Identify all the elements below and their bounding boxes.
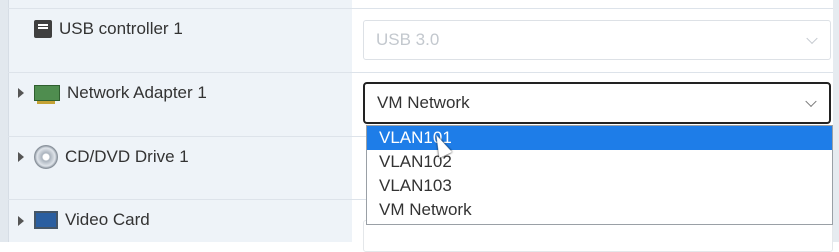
expand-cd-dvd-icon[interactable] (18, 152, 24, 162)
row-divider (8, 8, 833, 9)
cd-dvd-label: CD/DVD Drive 1 (65, 147, 189, 166)
network-adapter-label: Network Adapter 1 (67, 83, 207, 102)
scrollbar-track[interactable] (833, 0, 839, 242)
panel-edge (0, 0, 9, 242)
usb-controller-label: USB controller 1 (59, 19, 183, 38)
usb-icon (34, 20, 52, 38)
usb-controller-row: USB controller 1 (34, 19, 183, 39)
dropdown-option-vm-network[interactable]: VM Network (367, 198, 832, 222)
chevron-down-icon (805, 95, 817, 108)
dropdown-option-vlan103[interactable]: VLAN103 (367, 174, 832, 198)
network-select[interactable]: VM Network (363, 82, 831, 124)
row-divider (8, 72, 833, 73)
network-card-icon (34, 85, 60, 104)
expand-video-card-icon[interactable] (18, 216, 24, 226)
network-adapter-row[interactable]: Network Adapter 1 (34, 83, 207, 104)
usb-type-select: USB 3.0 (363, 20, 831, 60)
cd-dvd-icon (34, 145, 58, 169)
network-select-value: VM Network (377, 93, 470, 112)
cd-dvd-row[interactable]: CD/DVD Drive 1 (34, 145, 189, 169)
chevron-down-icon (806, 32, 818, 45)
expand-network-adapter-icon[interactable] (18, 88, 24, 98)
video-card-label: Video Card (65, 210, 150, 229)
video-card-icon (34, 211, 58, 229)
video-card-row[interactable]: Video Card (34, 210, 150, 230)
usb-type-value: USB 3.0 (376, 30, 440, 49)
